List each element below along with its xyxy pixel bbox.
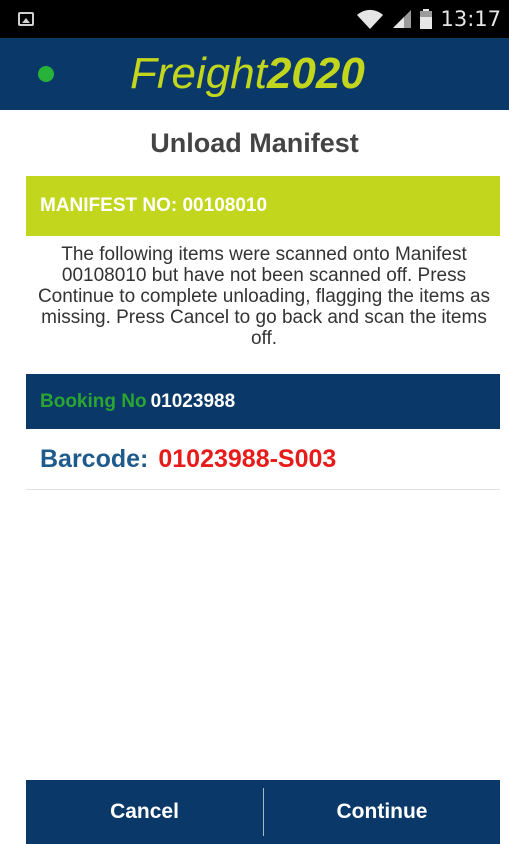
status-left xyxy=(18,12,34,26)
wifi-icon xyxy=(357,9,384,29)
logo-text-part1: Freight xyxy=(130,49,267,98)
brand-header: Freight2020 xyxy=(0,38,509,110)
manifest-number-label: MANIFEST NO: 00108010 xyxy=(40,195,268,216)
booking-label: Booking No xyxy=(40,390,147,412)
app-logo: Freight2020 xyxy=(130,46,365,102)
logo-text-part2: 2020 xyxy=(266,49,365,98)
battery-icon xyxy=(420,9,433,29)
continue-button[interactable]: Continue xyxy=(264,780,500,844)
status-right: 13:17 xyxy=(356,7,501,31)
signal-icon xyxy=(393,10,412,28)
status-bar: 13:17 xyxy=(0,0,509,38)
image-notification-icon xyxy=(18,12,34,26)
action-bar: Cancel Continue xyxy=(26,780,500,844)
booking-header: Booking No 01023988 xyxy=(26,374,500,429)
cancel-button[interactable]: Cancel xyxy=(26,780,263,844)
manifest-header: MANIFEST NO: 00108010 xyxy=(26,176,500,236)
status-time: 13:17 xyxy=(440,7,501,31)
barcode-row[interactable]: Barcode: 01023988-S003 xyxy=(26,430,500,490)
booking-number: 01023988 xyxy=(150,390,236,412)
info-message: The following items were scanned onto Ma… xyxy=(37,244,491,349)
connection-status-dot xyxy=(38,66,54,82)
barcode-label: Barcode: xyxy=(40,445,149,473)
page-title: Unload Manifest xyxy=(150,128,359,158)
barcode-value: 01023988-S003 xyxy=(158,445,337,473)
